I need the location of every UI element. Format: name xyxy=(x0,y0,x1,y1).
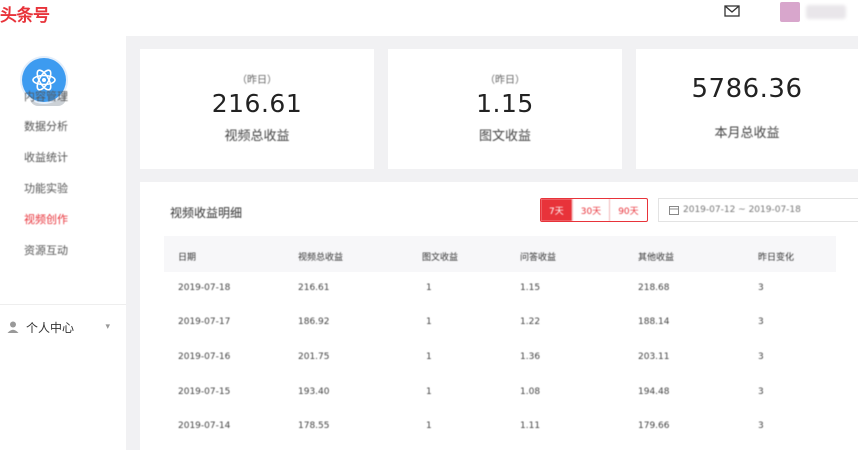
stat-value: 5786.36 xyxy=(691,74,803,104)
table-cell: 1.36 xyxy=(520,352,541,362)
range-selector: 7天 30天 90天 xyxy=(540,198,648,222)
table-cell: 1 xyxy=(426,283,432,293)
date-range-text: 2019-07-12 ~ 2019-07-18 xyxy=(683,205,801,215)
stat-card-video-revenue: （昨日） 216.61 视频总收益 xyxy=(140,49,374,169)
column-header[interactable]: 视频总收益 xyxy=(298,250,343,263)
table-row: 2019-07-18 216.61 1 1.15 218.68 3 xyxy=(164,274,836,304)
table-row: 2019-07-17 186.92 1 1.22 188.14 3 xyxy=(164,308,836,338)
panel-title: 视频收益明细 xyxy=(170,206,243,220)
sidebar: 内容管理 数据分析 收益统计 功能实验 视频创作 资源互动 个人中心 ▾ xyxy=(0,36,126,450)
date-range-picker[interactable]: 2019-07-12 ~ 2019-07-18 xyxy=(658,198,858,222)
table-cell: 2019-07-16 xyxy=(178,352,231,362)
sidebar-item-personal-center[interactable]: 个人中心 ▾ xyxy=(6,318,124,336)
table-row: 2019-07-15 193.40 1 1.08 194.48 3 xyxy=(164,378,836,408)
table-cell: 194.48 xyxy=(638,387,670,397)
table-cell: 2019-07-17 xyxy=(178,317,231,327)
column-header[interactable]: 昨日变化 xyxy=(758,250,794,263)
stat-card-monthly-revenue: 5786.36 本月总收益 xyxy=(636,49,858,169)
person-icon xyxy=(7,321,19,333)
table-cell: 1 xyxy=(426,317,432,327)
table-cell: 2019-07-18 xyxy=(178,283,231,293)
mail-icon[interactable] xyxy=(724,4,740,18)
sidebar-item-resources[interactable]: 资源互动 xyxy=(24,242,68,258)
table-cell: 188.14 xyxy=(638,317,670,327)
avatar[interactable] xyxy=(780,2,800,22)
stat-label: 本月总收益 xyxy=(714,126,780,141)
table-cell: 2019-07-15 xyxy=(178,387,231,397)
table-cell: 218.68 xyxy=(638,283,670,293)
column-header[interactable]: 其他收益 xyxy=(638,250,674,263)
stat-card-article-revenue: （昨日） 1.15 图文收益 xyxy=(388,49,622,169)
table-row: 2019-07-16 201.75 1 1.36 203.11 3 xyxy=(164,343,836,373)
sidebar-item-analytics[interactable]: 数据分析 xyxy=(24,118,68,134)
sidebar-item-revenue[interactable]: 收益统计 xyxy=(24,149,68,165)
brand-logo[interactable]: 头条号 xyxy=(0,1,50,26)
column-header[interactable]: 日期 xyxy=(178,250,196,263)
sidebar-divider xyxy=(0,304,126,305)
table-cell: 1.08 xyxy=(520,387,541,397)
table-cell: 1.22 xyxy=(520,317,541,327)
sidebar-item-content[interactable]: 内容管理 xyxy=(24,88,68,104)
range-90-days-button[interactable]: 90天 xyxy=(609,199,646,221)
sidebar-item-features[interactable]: 功能实验 xyxy=(24,180,68,196)
table-cell: 1 xyxy=(426,352,432,362)
table-cell: 1.11 xyxy=(520,421,541,431)
table-cell: 3 xyxy=(758,421,764,431)
table-cell: 179.66 xyxy=(638,421,670,431)
table-cell: 216.61 xyxy=(298,283,330,293)
table-cell: 2019-07-14 xyxy=(178,421,231,431)
table-cell: 3 xyxy=(758,283,764,293)
table-cell: 178.55 xyxy=(298,421,330,431)
table-row: 2019-07-14 178.55 1 1.11 179.66 3 xyxy=(164,412,836,442)
table-cell: 1 xyxy=(426,421,432,431)
stat-subtitle: （昨日） xyxy=(485,75,525,86)
stat-value: 1.15 xyxy=(476,89,534,118)
range-7-days-button[interactable]: 7天 xyxy=(541,199,572,221)
calendar-icon xyxy=(669,206,679,215)
user-name[interactable] xyxy=(806,5,846,19)
column-header[interactable]: 图文收益 xyxy=(422,250,458,263)
stat-subtitle: （昨日） xyxy=(237,75,277,86)
stat-label: 视频总收益 xyxy=(224,129,290,144)
table-cell: 186.92 xyxy=(298,317,330,327)
table-header: 日期 视频总收益 图文收益 问答收益 其他收益 昨日变化 xyxy=(164,236,836,272)
personal-center-label: 个人中心 xyxy=(26,320,75,335)
table-cell: 203.11 xyxy=(638,352,670,362)
table-cell: 201.75 xyxy=(298,352,330,362)
table-cell: 1.15 xyxy=(520,283,541,293)
table-cell: 3 xyxy=(758,317,764,327)
stat-value: 216.61 xyxy=(211,89,303,118)
range-30-days-button[interactable]: 30天 xyxy=(571,199,609,221)
revenue-detail-panel: 视频收益明细 7天 30天 90天 2019-07-12 ~ 2019-07-1… xyxy=(140,182,858,450)
stat-label: 图文收益 xyxy=(478,129,531,144)
column-header[interactable]: 问答收益 xyxy=(520,250,556,263)
table-cell: 3 xyxy=(758,387,764,397)
table-cell: 193.40 xyxy=(298,387,330,397)
top-bar: 头条号 xyxy=(0,0,858,36)
table-cell: 1 xyxy=(426,387,432,397)
sidebar-item-video[interactable]: 视频创作 xyxy=(24,211,68,227)
table-cell: 3 xyxy=(758,352,764,362)
chevron-down-icon: ▾ xyxy=(105,322,110,332)
